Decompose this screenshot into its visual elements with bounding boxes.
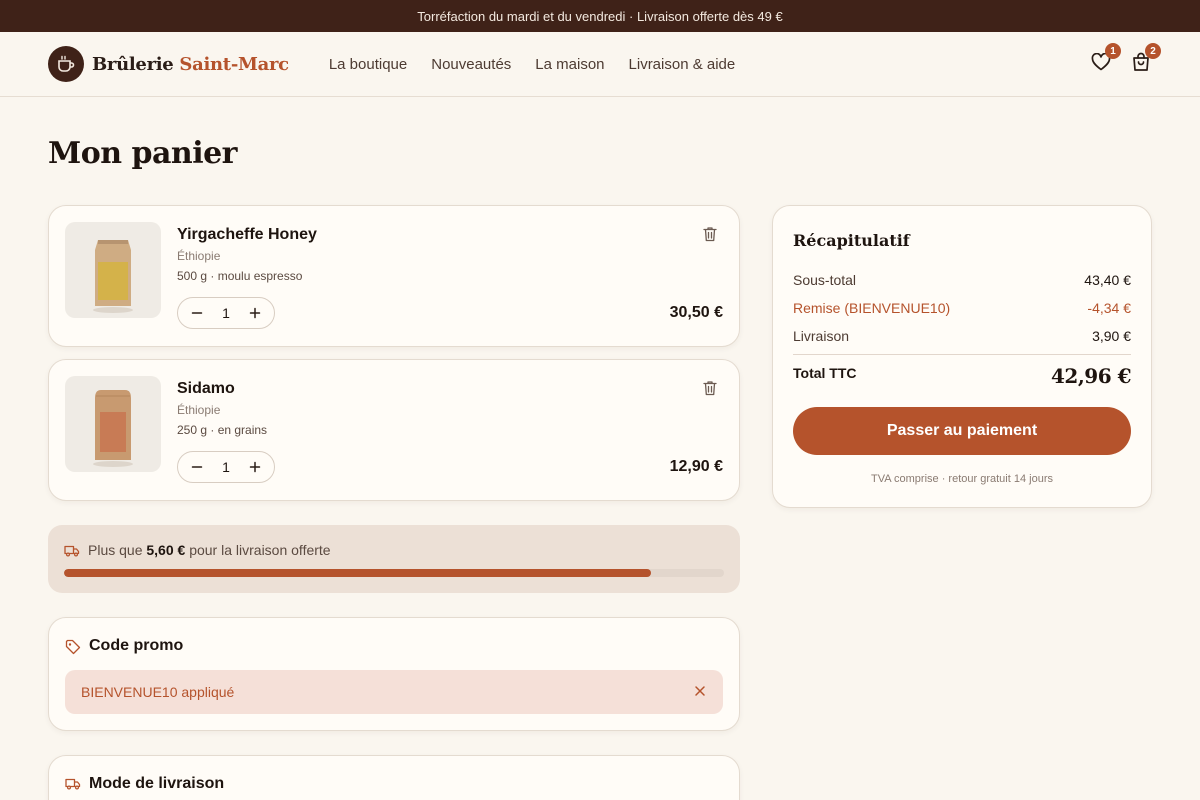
delivery-method-section: Mode de livraison	[48, 755, 740, 800]
item-name[interactable]: Yirgacheffe Honey	[177, 226, 317, 244]
discount-value: -4,34 €	[1087, 300, 1131, 316]
brand-name-accent: Saint-Marc	[179, 53, 289, 75]
quantity-value[interactable]: 1	[222, 459, 230, 475]
truck-icon	[64, 544, 80, 562]
cart-item: Yirgacheffe Honey Éthiopie 500 g · moulu…	[48, 205, 740, 347]
quantity-stepper: 1	[177, 297, 275, 329]
subtotal-label: Sous-total	[793, 272, 857, 288]
page-title: Mon panier	[48, 136, 238, 171]
free-shipping-progress: Plus que 5,60 € pour la livraison offert…	[48, 525, 740, 593]
total-value: 42,96 €	[1050, 364, 1132, 388]
close-icon	[695, 686, 705, 696]
nav-link-boutique[interactable]: La boutique	[329, 56, 407, 73]
order-summary: Récapitulatif Sous-total 43,40 € Remise …	[772, 205, 1152, 508]
promo-code-title: Code promo	[89, 637, 184, 654]
shipping-value: 3,90 €	[1092, 328, 1131, 344]
minus-icon	[191, 312, 203, 314]
truck-icon	[65, 777, 81, 795]
cart-count-badge: 2	[1145, 43, 1161, 59]
increase-quantity-button[interactable]	[248, 306, 262, 320]
plus-icon	[249, 307, 261, 319]
main-nav: La boutique Nouveautés La maison Livrais…	[329, 56, 735, 73]
remove-item-button[interactable]	[703, 226, 717, 247]
nav-link-nouveautes[interactable]: Nouveautés	[431, 56, 511, 73]
discount-row: Remise (BIENVENUE10) -4,34 €	[793, 300, 1131, 316]
item-details: 250 g · en grains	[177, 423, 268, 437]
minus-icon	[191, 466, 203, 468]
announcement-bar: Torréfaction du mardi et du vendredi · L…	[0, 0, 1200, 32]
wishlist-count-badge: 1	[1105, 43, 1121, 59]
product-image[interactable]	[65, 376, 161, 472]
total-label: Total TTC	[793, 365, 857, 381]
remove-item-button[interactable]	[703, 380, 717, 401]
trash-icon	[703, 381, 717, 396]
free-shipping-message: Plus que 5,60 € pour la livraison offert…	[88, 542, 331, 558]
increase-quantity-button[interactable]	[248, 460, 262, 474]
coffee-cup-logo-icon[interactable]	[48, 46, 84, 82]
wishlist-button[interactable]: 1	[1090, 43, 1121, 78]
progress-fill	[64, 569, 652, 577]
summary-divider	[793, 354, 1131, 355]
nav-link-maison[interactable]: La maison	[535, 56, 604, 73]
remove-promo-button[interactable]	[693, 684, 707, 701]
announcement-text: Torréfaction du mardi et du vendredi · L…	[417, 8, 783, 24]
cart-item: Sidamo Éthiopie 250 g · en grains 1 12,9…	[48, 359, 740, 501]
summary-title: Récapitulatif	[793, 231, 910, 250]
plus-icon	[249, 461, 261, 473]
subtotal-row: Sous-total 43,40 €	[793, 272, 1131, 288]
decrease-quantity-button[interactable]	[190, 460, 204, 474]
brand-name-main: Brûlerie	[92, 53, 174, 75]
subtotal-value: 43,40 €	[1084, 272, 1131, 288]
decrease-quantity-button[interactable]	[190, 306, 204, 320]
trash-icon	[703, 227, 717, 242]
progress-track	[64, 569, 724, 577]
shipping-label: Livraison	[793, 328, 850, 344]
tag-icon	[65, 639, 81, 660]
nav-link-livraison-aide[interactable]: Livraison & aide	[629, 56, 736, 73]
site-header: Brûlerie Saint-Marc La boutique Nouveaut…	[0, 32, 1200, 97]
item-details: 500 g · moulu espresso	[177, 269, 303, 283]
free-shipping-suffix: pour la livraison offerte	[189, 542, 331, 558]
delivery-method-title: Mode de livraison	[89, 775, 225, 792]
item-price: 12,90 €	[669, 458, 723, 475]
item-price: 30,50 €	[669, 304, 723, 321]
item-origin: Éthiopie	[177, 249, 221, 263]
promo-code-section: Code promo BIENVENUE10 appliqué	[48, 617, 740, 731]
item-name[interactable]: Sidamo	[177, 380, 235, 398]
free-shipping-prefix: Plus que	[88, 542, 143, 558]
header-actions: 1 2	[1090, 43, 1161, 78]
applied-promo-text: BIENVENUE10 appliqué	[81, 684, 235, 700]
product-image[interactable]	[65, 222, 161, 318]
quantity-stepper: 1	[177, 451, 275, 483]
item-origin: Éthiopie	[177, 403, 221, 417]
free-shipping-amount: 5,60 €	[146, 542, 186, 558]
cart-button[interactable]: 2	[1130, 43, 1161, 78]
brand-name[interactable]: Brûlerie Saint-Marc	[92, 54, 289, 75]
discount-label: Remise (BIENVENUE10)	[793, 300, 951, 316]
checkout-button[interactable]: Passer au paiement	[793, 407, 1131, 455]
shipping-row: Livraison 3,90 €	[793, 328, 1131, 344]
applied-promo-code: BIENVENUE10 appliqué	[65, 670, 723, 714]
quantity-value[interactable]: 1	[222, 305, 230, 321]
tax-return-note: TVA comprise · retour gratuit 14 jours	[871, 473, 1053, 485]
